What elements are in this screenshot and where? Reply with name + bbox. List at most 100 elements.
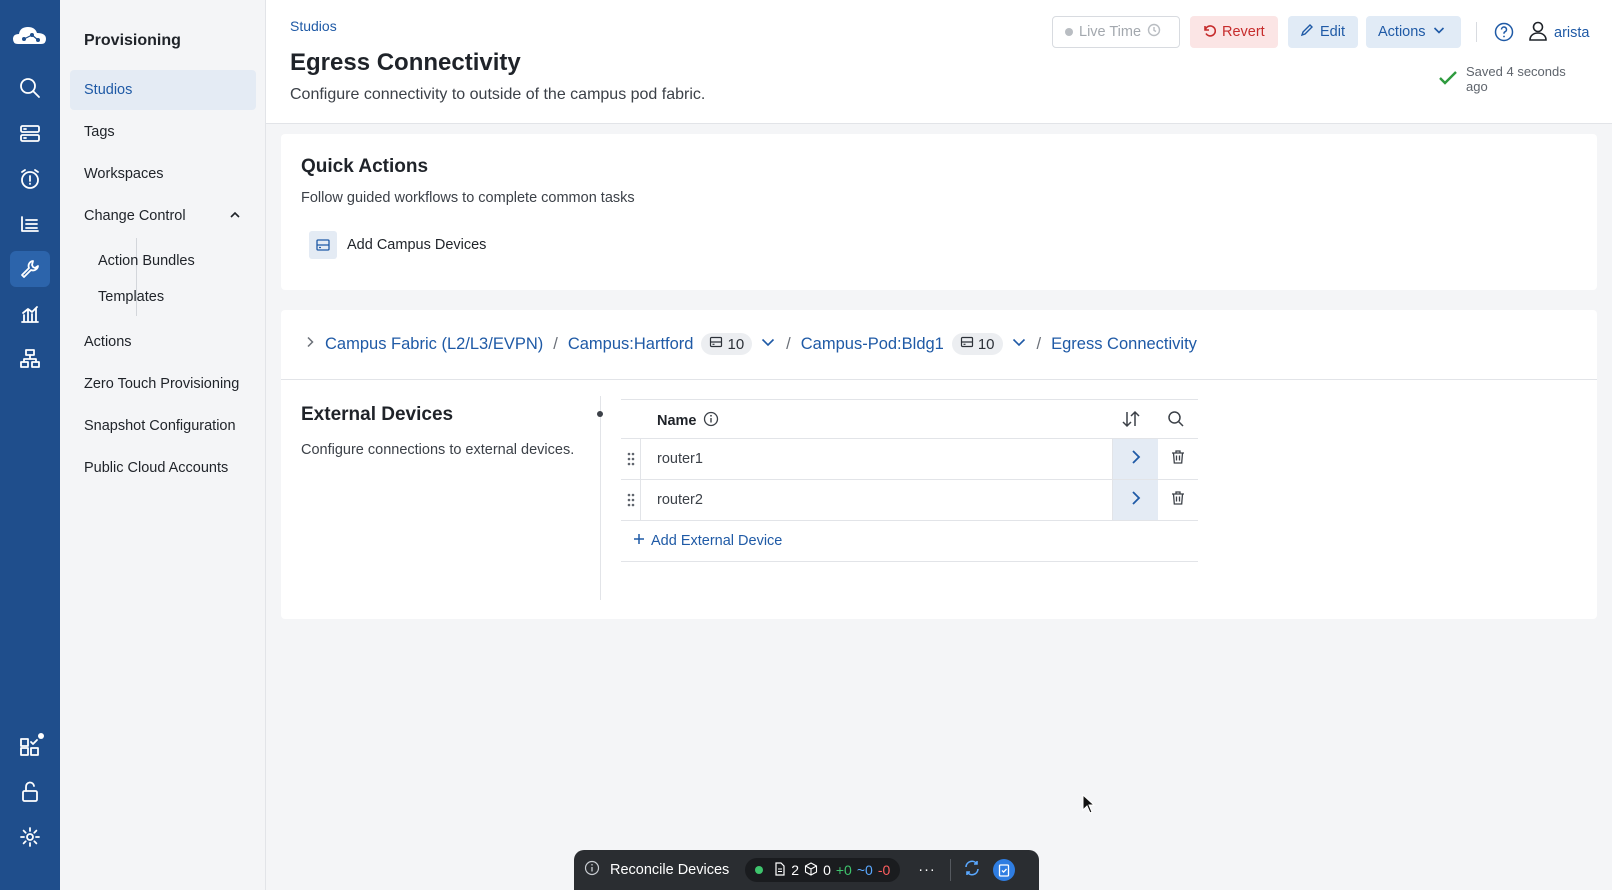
sidebar-item-label: Templates bbox=[98, 289, 165, 305]
notification-dot bbox=[38, 733, 44, 739]
sidebar-item-public-cloud-accounts[interactable]: Public Cloud Accounts bbox=[70, 448, 256, 488]
open-row-button[interactable] bbox=[1112, 480, 1158, 520]
checkmark-icon bbox=[1438, 70, 1458, 89]
trash-icon bbox=[1170, 490, 1186, 511]
section-divider bbox=[600, 396, 601, 600]
topology-icon[interactable] bbox=[10, 341, 50, 377]
chevron-down-icon bbox=[1432, 23, 1446, 41]
breadcrumb-studios[interactable]: Studios bbox=[290, 18, 337, 34]
revert-icon bbox=[1202, 23, 1217, 41]
more-options-icon[interactable]: ··· bbox=[918, 862, 936, 878]
device-count: 10 bbox=[977, 335, 995, 353]
info-icon[interactable] bbox=[703, 411, 719, 431]
bar-divider bbox=[949, 859, 951, 881]
devices-icon[interactable] bbox=[10, 116, 50, 152]
drag-handle-icon[interactable] bbox=[621, 439, 641, 479]
sidebar-item-label: Workspaces bbox=[84, 166, 164, 182]
wrench-icon[interactable] bbox=[10, 251, 50, 287]
settings-icon[interactable] bbox=[10, 819, 50, 855]
sidebar-item-tags[interactable]: Tags bbox=[70, 112, 256, 152]
reconcile-devices-label[interactable]: Reconcile Devices bbox=[610, 862, 729, 878]
save-status: Saved 4 seconds ago bbox=[1438, 64, 1588, 94]
chevron-right-icon bbox=[1129, 489, 1143, 512]
sidebar-title: Provisioning bbox=[84, 32, 181, 49]
apps-icon[interactable] bbox=[10, 729, 50, 765]
edit-button[interactable]: Edit bbox=[1288, 16, 1358, 48]
sort-icon[interactable] bbox=[1121, 410, 1141, 433]
search-icon[interactable] bbox=[10, 70, 50, 106]
sidebar-item-workspaces[interactable]: Workspaces bbox=[70, 154, 256, 194]
sidebar-item-actions[interactable]: Actions bbox=[70, 322, 256, 362]
unlock-icon[interactable] bbox=[10, 774, 50, 810]
studio-config-card: Campus Fabric (L2/L3/EVPN) / Campus:Hart… bbox=[281, 310, 1597, 619]
breadcrumb-campus-fabric[interactable]: Campus Fabric (L2/L3/EVPN) bbox=[325, 335, 543, 354]
user-menu[interactable]: arista bbox=[1528, 20, 1589, 46]
revert-label: Revert bbox=[1222, 24, 1265, 40]
actions-dropdown[interactable]: Actions bbox=[1366, 16, 1461, 48]
breadcrumb-campus-hartford[interactable]: Campus:Hartford bbox=[568, 335, 694, 354]
sidebar-item-action-bundles[interactable]: Action Bundles bbox=[85, 244, 255, 278]
chevron-down-icon[interactable] bbox=[760, 335, 776, 354]
quick-actions-description: Follow guided workflows to complete comm… bbox=[301, 190, 635, 206]
breadcrumb-egress-connectivity[interactable]: Egress Connectivity bbox=[1051, 335, 1197, 354]
mouse-cursor-icon bbox=[1082, 793, 1096, 819]
clock-icon bbox=[1147, 23, 1161, 41]
clipboard-check-icon[interactable] bbox=[992, 859, 1015, 881]
sidebar-item-change-control[interactable]: Change Control bbox=[70, 196, 256, 236]
sidebar-item-zero-touch-provisioning[interactable]: Zero Touch Provisioning bbox=[70, 364, 256, 404]
save-status-text: Saved 4 seconds ago bbox=[1466, 64, 1566, 94]
open-row-button[interactable] bbox=[1112, 439, 1158, 479]
breadcrumb-campus-pod[interactable]: Campus-Pod:Bldg1 bbox=[801, 335, 944, 354]
sync-icon[interactable] bbox=[963, 859, 981, 881]
add-campus-devices-action[interactable]: Add Campus Devices bbox=[309, 231, 486, 259]
revert-button[interactable]: Revert bbox=[1190, 16, 1278, 48]
table-header: Name bbox=[621, 399, 1198, 439]
live-status-dot bbox=[1065, 28, 1073, 36]
breadcrumb-separator: / bbox=[553, 334, 558, 353]
add-external-device-button[interactable]: Add External Device bbox=[633, 533, 782, 549]
document-count: 2 bbox=[791, 862, 800, 878]
sidebar-item-studios[interactable]: Studios bbox=[70, 70, 256, 110]
chevron-down-icon[interactable] bbox=[1011, 335, 1027, 354]
dashboard-icon[interactable] bbox=[10, 296, 50, 332]
sidebar-item-templates[interactable]: Templates bbox=[85, 280, 255, 314]
delete-row-button[interactable] bbox=[1158, 439, 1198, 479]
studio-breadcrumb: Campus Fabric (L2/L3/EVPN) / Campus:Hart… bbox=[281, 310, 1597, 380]
search-icon[interactable] bbox=[1167, 410, 1185, 433]
live-time-button[interactable]: Live Time bbox=[1052, 16, 1180, 48]
help-icon[interactable] bbox=[1494, 22, 1514, 47]
page-description: Configure connectivity to outside of the… bbox=[290, 86, 706, 103]
device-count-badge: 10 bbox=[951, 333, 1003, 355]
trash-icon bbox=[1170, 449, 1186, 470]
chevron-right-icon[interactable] bbox=[303, 335, 317, 354]
add-external-device-label: Add External Device bbox=[651, 533, 783, 549]
device-icon bbox=[709, 335, 723, 353]
table-row: router1 bbox=[621, 439, 1198, 480]
device-count: 10 bbox=[727, 335, 745, 353]
add-external-device-row: Add External Device bbox=[621, 521, 1198, 562]
delete-row-button[interactable] bbox=[1158, 480, 1198, 520]
sidebar-item-label: Actions bbox=[84, 334, 132, 350]
drag-handle-icon[interactable] bbox=[621, 480, 641, 520]
device-name[interactable]: router1 bbox=[657, 451, 703, 467]
user-icon bbox=[1528, 20, 1548, 46]
name-column-header: Name bbox=[657, 411, 719, 431]
device-name[interactable]: router2 bbox=[657, 492, 703, 508]
reconcile-bar: Reconcile Devices 2 0 +0 ~0 -0 ··· bbox=[574, 850, 1039, 890]
icon-rail bbox=[0, 0, 60, 890]
pencil-icon bbox=[1300, 23, 1314, 41]
cube-icon bbox=[804, 861, 818, 879]
device-change-count: 0 bbox=[823, 862, 831, 878]
info-icon[interactable] bbox=[584, 860, 600, 880]
sidebar-item-label: Snapshot Configuration bbox=[84, 418, 236, 434]
sidebar-item-label: Studios bbox=[84, 82, 133, 98]
alarm-icon[interactable] bbox=[10, 161, 50, 197]
list-icon[interactable] bbox=[10, 206, 50, 242]
cloud-logo-icon[interactable] bbox=[10, 18, 50, 54]
actions-label: Actions bbox=[1378, 24, 1426, 40]
sidebar-item-snapshot-configuration[interactable]: Snapshot Configuration bbox=[70, 406, 256, 446]
page-header: Studios Egress Connectivity Configure co… bbox=[266, 0, 1612, 124]
change-summary[interactable]: 2 0 +0 ~0 -0 bbox=[745, 858, 901, 882]
changed-count: ~0 bbox=[856, 862, 873, 878]
breadcrumb-separator: / bbox=[1036, 334, 1042, 353]
